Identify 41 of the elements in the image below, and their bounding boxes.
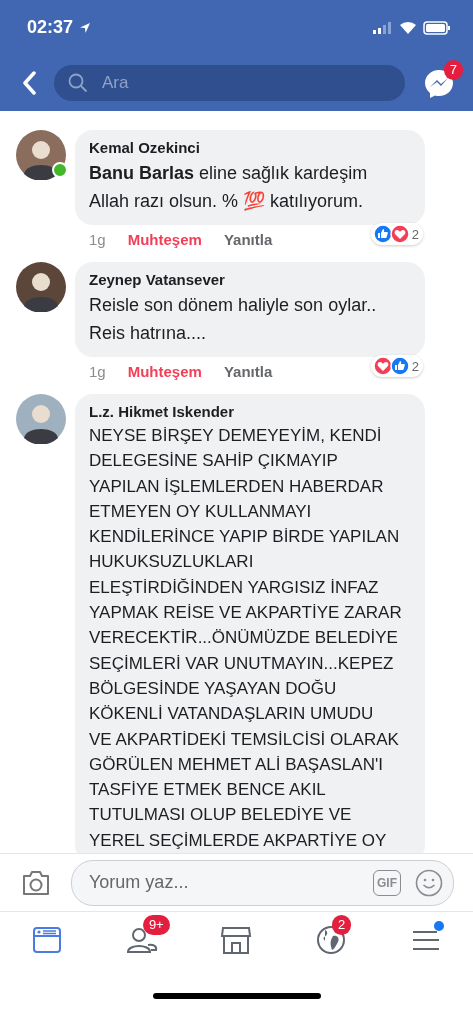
camera-icon[interactable] <box>21 869 51 896</box>
notification-badge: 7 <box>443 60 463 80</box>
avatar[interactable] <box>16 262 66 312</box>
comment-time: 1g <box>89 363 106 380</box>
comment-text: NEYSE BİRŞEY DEMEYEYİM, KENDİ DELEGESİNE SAHİP ÇIKMAYIP YAPILAN İŞLEMLERDEN HABERDAR ETMEYEN OY KULLANMAYI KENDİLERİNCE YAPIP BİRDE YAPILAN HUKUKSUZLUKLARI ELEŞTİRDİĞİNDEN YARGISIZ İNFAZ YAPMAK REİSE VE AKPARTİYE ZARAR VERECEKTİR...ÖNÜMÜZDE BELEDİYE SEÇİMLERİ VAR UNUTMAYIN...KEPEZ BÖLGESİNDE YAŞAYAN DOĞU KÖKENLİ VATANDAŞLARIN UMUDU VE AKPARTİDEKİ TEMSİLCİSİ OLARAK GÖRÜLEN MEHMET ALİ BAŞASLAN'I TASFİYE ETMEK BENCE AKIL TUTULMASI OLUP BELEDİYE VE YEREL SEÇİMLERDE AKPARTİYE OY <box>89 425 403 852</box>
reaction-link[interactable]: Muhteşem <box>127 231 202 248</box>
avatar[interactable] <box>16 130 66 180</box>
comment-input[interactable]: Yorum yaz... <box>87 871 359 894</box>
notification-badge: 2 <box>332 915 352 935</box>
comment-time: 1g <box>89 231 106 248</box>
globe-tab[interactable]: 2 <box>298 913 365 967</box>
storefront-icon <box>220 925 253 955</box>
avatar[interactable] <box>16 394 66 444</box>
back-icon[interactable] <box>22 71 36 95</box>
reaction-summary[interactable]: 2 <box>370 355 423 377</box>
notification-badge: 9+ <box>142 915 170 935</box>
like-icon <box>372 224 393 244</box>
gif-button[interactable]: GIF <box>373 869 401 896</box>
comment-author[interactable]: L.z. Hikmet Iskender <box>89 403 411 420</box>
comment-author[interactable]: Zeynep Vatansever <box>89 271 411 288</box>
reply-link[interactable]: Yanıtla <box>223 231 273 248</box>
emoji-icon[interactable] <box>415 868 443 897</box>
search-input[interactable]: Ara <box>100 72 391 94</box>
reply-link[interactable]: Yanıtla <box>223 363 273 380</box>
comment-text: Banu Barlas eline sağlık kardeşim Allah razı olsun. % 💯 katılıyorum. <box>89 162 369 213</box>
search-field[interactable]: Ara <box>54 65 405 101</box>
like-icon <box>389 356 410 376</box>
location-arrow-icon <box>79 21 92 34</box>
search-icon <box>68 73 88 93</box>
reaction-link[interactable]: Muhteşem <box>127 363 202 380</box>
comment-text: Reisle son dönem haliyle son oylar.. Reis hatrına.... <box>89 294 378 345</box>
online-status-dot <box>52 162 68 178</box>
signal-icon <box>373 21 393 34</box>
comment-author[interactable]: Kemal Ozekinci <box>89 139 411 156</box>
reaction-summary[interactable]: 2 <box>370 223 423 245</box>
comment-input-field[interactable]: Yorum yaz... GIF <box>71 859 454 906</box>
wifi-icon <box>399 21 417 34</box>
status-time: 02:37 <box>27 17 74 38</box>
news-feed-icon <box>32 925 63 955</box>
battery-icon <box>423 20 451 35</box>
friends-tab[interactable]: 9+ <box>108 913 175 967</box>
